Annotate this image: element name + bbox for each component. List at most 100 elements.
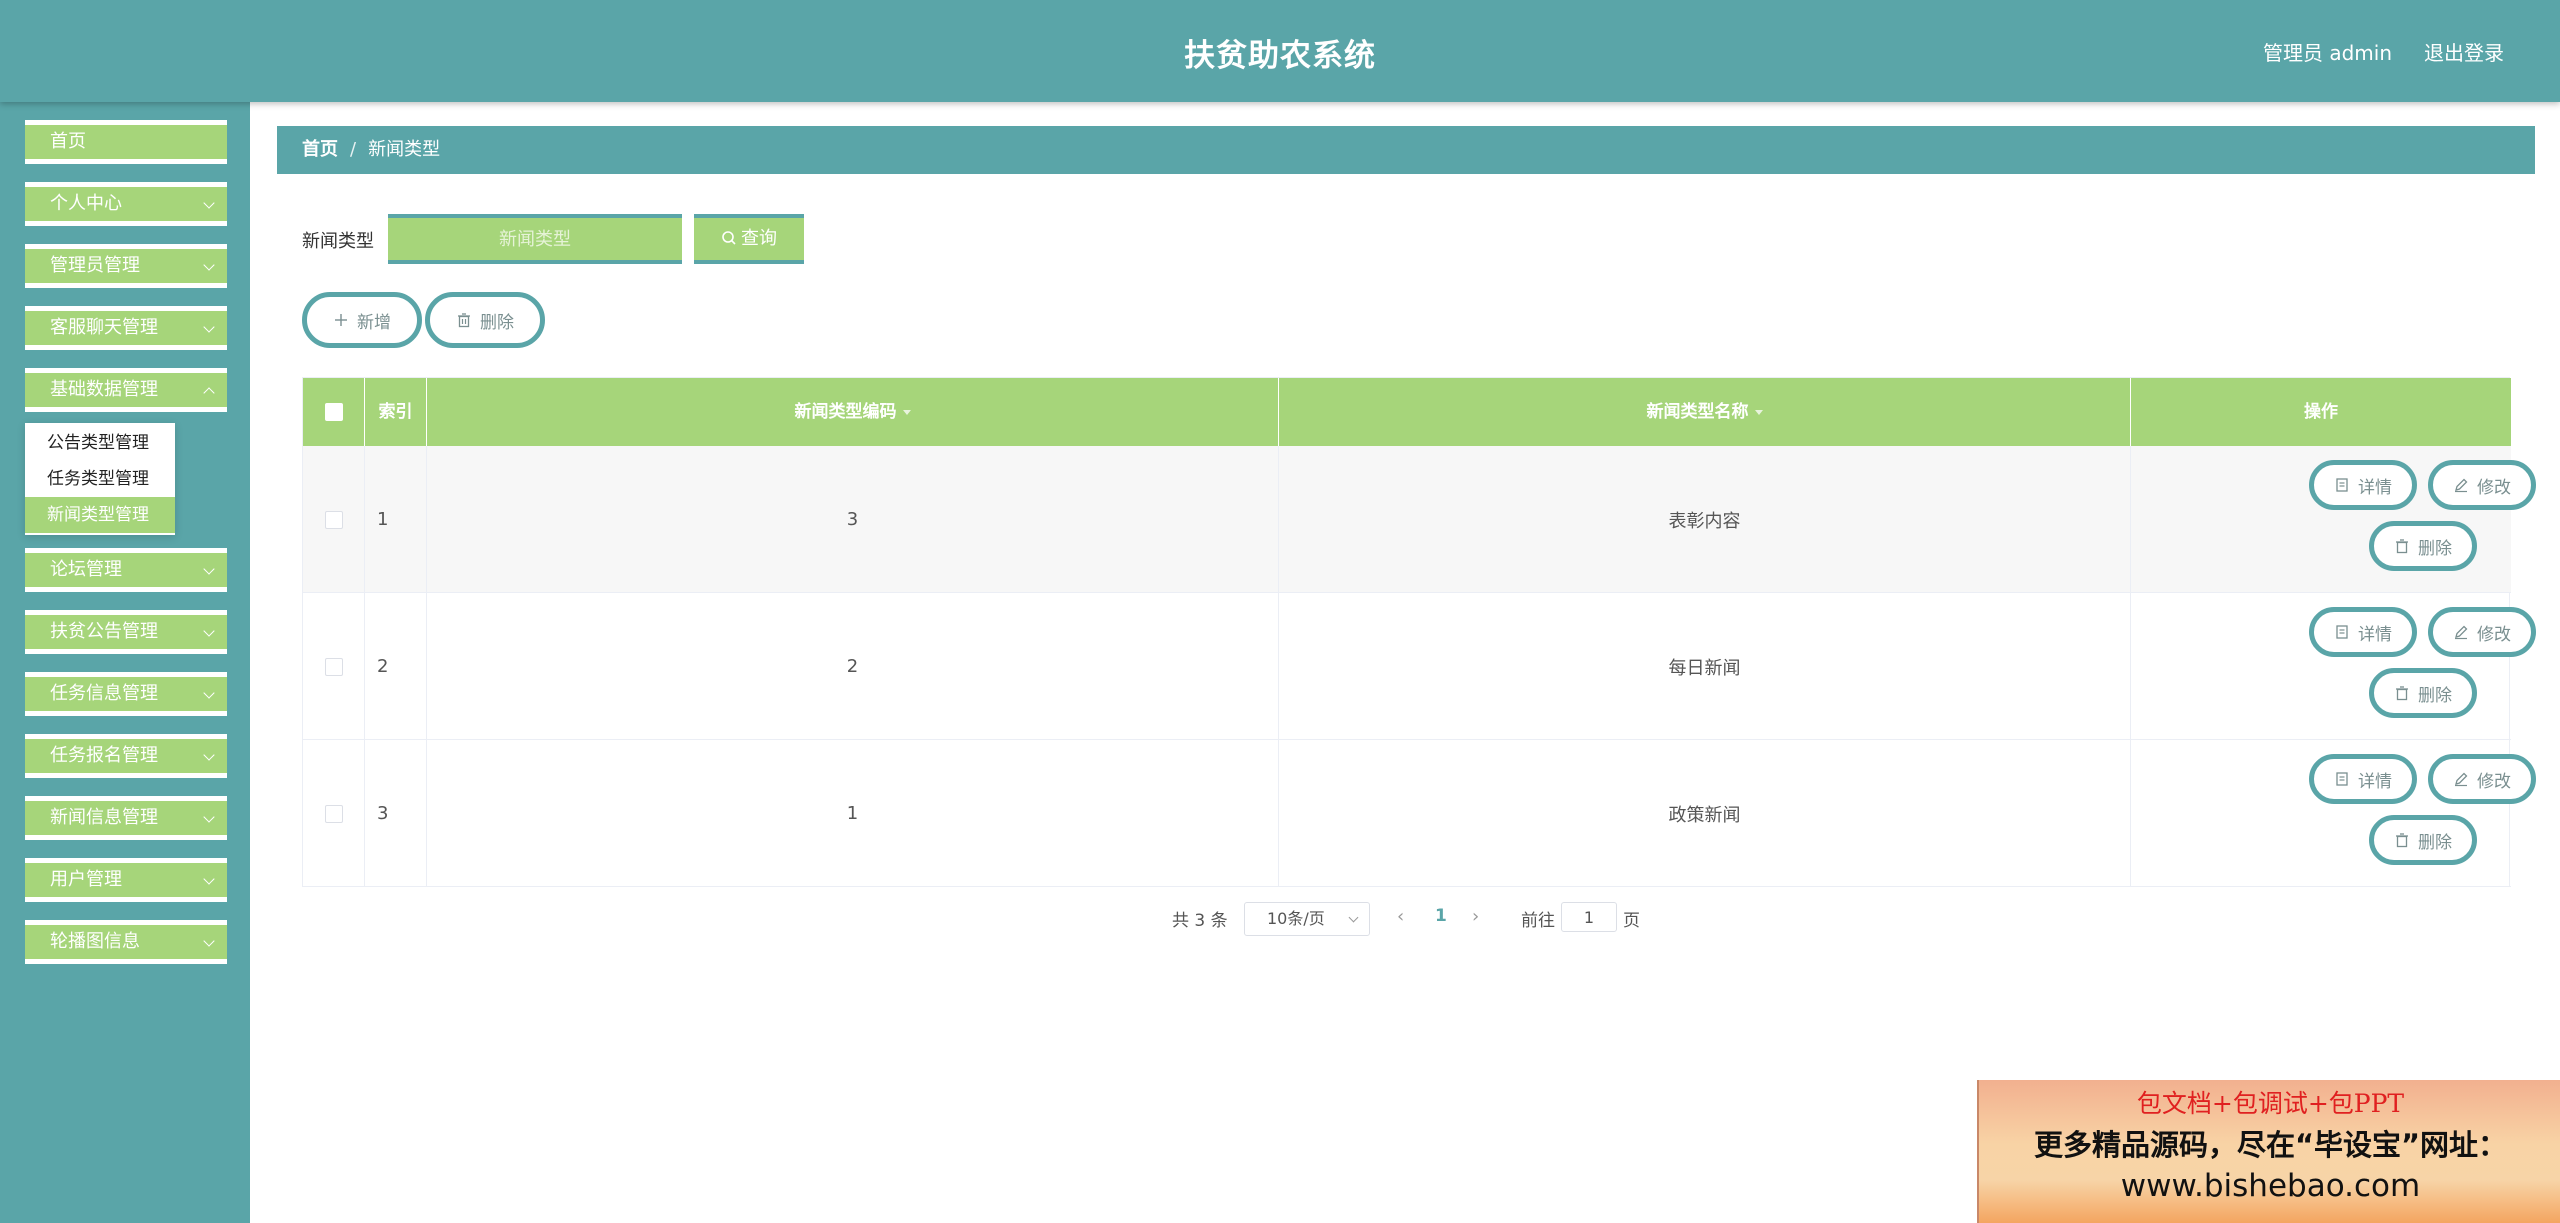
row-select-cell xyxy=(303,593,365,740)
top-header: 扶贫助农系统 管理员 admin 退出登录 xyxy=(0,0,2560,102)
batch-delete-button-label: 删除 xyxy=(480,312,514,333)
breadcrumb-current: 新闻类型 xyxy=(368,139,441,160)
sidebar-item-label: 轮播图信息 xyxy=(50,931,140,952)
prev-page-button[interactable]: ‹ xyxy=(1397,906,1404,927)
chevron-down-icon xyxy=(203,687,215,699)
header-name-label: 新闻类型名称 xyxy=(1646,402,1749,422)
row-code: 1 xyxy=(427,740,1279,887)
submenu-item-news-type[interactable]: 新闻类型管理 xyxy=(25,497,175,533)
trash-icon xyxy=(458,313,470,328)
current-user: 管理员 admin xyxy=(2262,41,2392,65)
sidebar-item-label: 个人中心 xyxy=(50,193,122,214)
detail-button[interactable]: 详情 xyxy=(2309,607,2417,657)
row-checkbox[interactable] xyxy=(324,510,343,529)
search-button[interactable]: 查询 xyxy=(694,214,804,264)
search-input[interactable] xyxy=(388,214,682,264)
detail-button[interactable]: 详情 xyxy=(2309,754,2417,804)
row-name: 每日新闻 xyxy=(1279,593,2131,740)
sidebar-item-base-data[interactable]: 基础数据管理 xyxy=(25,368,227,412)
logout-link[interactable]: 退出登录 xyxy=(2424,37,2504,66)
batch-delete-button[interactable]: 删除 xyxy=(425,292,545,348)
sidebar-item-task-signup[interactable]: 任务报名管理 xyxy=(25,734,227,778)
news-type-table: 索引 新闻类型编码 新闻类型名称 操作 1 3 表彰内容 详情 修改 删除 2 … xyxy=(302,377,2536,887)
document-icon xyxy=(2336,478,2348,492)
goto-page-input[interactable] xyxy=(1561,902,1617,932)
sidebar-item-label: 用户管理 xyxy=(50,869,122,890)
sidebar-item-label: 新闻信息管理 xyxy=(50,807,158,828)
edit-button-label: 修改 xyxy=(2477,477,2511,498)
delete-button[interactable]: 删除 xyxy=(2369,668,2477,718)
submenu-item-notice-type[interactable]: 公告类型管理 xyxy=(25,425,175,461)
row-code: 2 xyxy=(427,593,1279,740)
header-code[interactable]: 新闻类型编码 xyxy=(427,378,1279,446)
search-icon xyxy=(722,231,736,245)
search-button-label: 查询 xyxy=(741,228,777,249)
sidebar-item-label: 基础数据管理 xyxy=(50,379,158,400)
select-all-checkbox[interactable] xyxy=(324,403,343,421)
sidebar-item-admin[interactable]: 管理员管理 xyxy=(25,244,227,288)
goto-unit: 页 xyxy=(1623,911,1640,931)
table-header: 索引 新闻类型编码 新闻类型名称 操作 xyxy=(303,378,2511,446)
sidebar-item-users[interactable]: 用户管理 xyxy=(25,858,227,902)
edit-button[interactable]: 修改 xyxy=(2428,754,2536,804)
edit-button[interactable]: 修改 xyxy=(2428,607,2536,657)
header-name[interactable]: 新闻类型名称 xyxy=(1279,378,2131,446)
delete-button[interactable]: 删除 xyxy=(2369,815,2477,865)
row-ops: 详情 修改 删除 xyxy=(2131,593,2536,740)
app-title: 扶贫助农系统 xyxy=(1184,38,1376,74)
sidebar-item-home[interactable]: 首页 xyxy=(25,120,227,164)
sidebar-item-forum[interactable]: 论坛管理 xyxy=(25,548,227,592)
detail-button[interactable]: 详情 xyxy=(2309,460,2417,510)
sidebar-item-task-info[interactable]: 任务信息管理 xyxy=(25,672,227,716)
page-size-select[interactable]: 10条/页 xyxy=(1244,902,1370,936)
sidebar-item-label: 论坛管理 xyxy=(50,559,122,580)
chevron-down-icon xyxy=(203,259,215,271)
sidebar-submenu-base-data: 公告类型管理 任务类型管理 新闻类型管理 xyxy=(25,423,175,535)
delete-button-label: 删除 xyxy=(2418,685,2452,706)
delete-button[interactable]: 删除 xyxy=(2369,521,2477,571)
sidebar-item-label: 客服聊天管理 xyxy=(50,317,158,338)
sidebar-item-label: 扶贫公告管理 xyxy=(50,621,158,642)
sidebar-item-news-info[interactable]: 新闻信息管理 xyxy=(25,796,227,840)
submenu-item-task-type[interactable]: 任务类型管理 xyxy=(25,461,175,497)
search-label: 新闻类型 xyxy=(302,231,374,252)
row-select-cell xyxy=(303,740,365,887)
chevron-down-icon xyxy=(203,935,215,947)
document-icon xyxy=(2336,625,2348,639)
promo-banner: 包文档+包调试+包PPT 更多精品源码，尽在“毕设宝”网址： www.bishe… xyxy=(1977,1080,2560,1223)
sidebar-item-announcement[interactable]: 扶贫公告管理 xyxy=(25,610,227,654)
chevron-down-icon xyxy=(1348,912,1359,923)
sidebar: 首页 个人中心 管理员管理 客服聊天管理 基础数据管理 公告类型管理 任务类型管… xyxy=(0,102,250,1223)
add-button[interactable]: 新增 xyxy=(302,292,422,348)
row-checkbox[interactable] xyxy=(324,657,343,676)
sidebar-item-chat[interactable]: 客服聊天管理 xyxy=(25,306,227,350)
next-page-button[interactable]: › xyxy=(1472,906,1479,927)
detail-button-label: 详情 xyxy=(2358,771,2392,792)
table-row: 1 3 表彰内容 详情 修改 删除 xyxy=(303,446,2536,593)
header-select-all-cell xyxy=(303,378,365,446)
sidebar-item-profile[interactable]: 个人中心 xyxy=(25,182,227,226)
header-ops: 操作 xyxy=(2304,402,2338,422)
row-index: 2 xyxy=(365,593,427,740)
goto-label: 前往 xyxy=(1521,911,1555,931)
chevron-down-icon xyxy=(203,321,215,333)
chevron-down-icon xyxy=(203,563,215,575)
page-size-value: 10条/页 xyxy=(1267,909,1325,928)
promo-line-1: 包文档+包调试+包PPT xyxy=(2136,1089,2405,1118)
table-row: 2 2 每日新闻 详情 修改 删除 xyxy=(303,593,2536,740)
edit-icon xyxy=(2455,478,2468,493)
page-number-current[interactable]: 1 xyxy=(1435,906,1447,926)
edit-button[interactable]: 修改 xyxy=(2428,460,2536,510)
row-checkbox[interactable] xyxy=(324,804,343,823)
breadcrumb-home[interactable]: 首页 xyxy=(302,139,338,160)
edit-icon xyxy=(2455,625,2468,640)
sidebar-item-label: 任务信息管理 xyxy=(50,683,158,704)
chevron-down-icon xyxy=(203,873,215,885)
promo-line-2: 更多精品源码，尽在“毕设宝”网址： xyxy=(2033,1128,2508,1162)
table-row: 3 1 政策新闻 详情 修改 删除 xyxy=(303,740,2536,887)
plus-icon xyxy=(335,314,347,326)
sidebar-item-carousel[interactable]: 轮播图信息 xyxy=(25,920,227,964)
chevron-down-icon xyxy=(203,625,215,637)
header-code-label: 新闻类型编码 xyxy=(794,402,897,422)
sidebar-item-label: 任务报名管理 xyxy=(50,745,158,766)
